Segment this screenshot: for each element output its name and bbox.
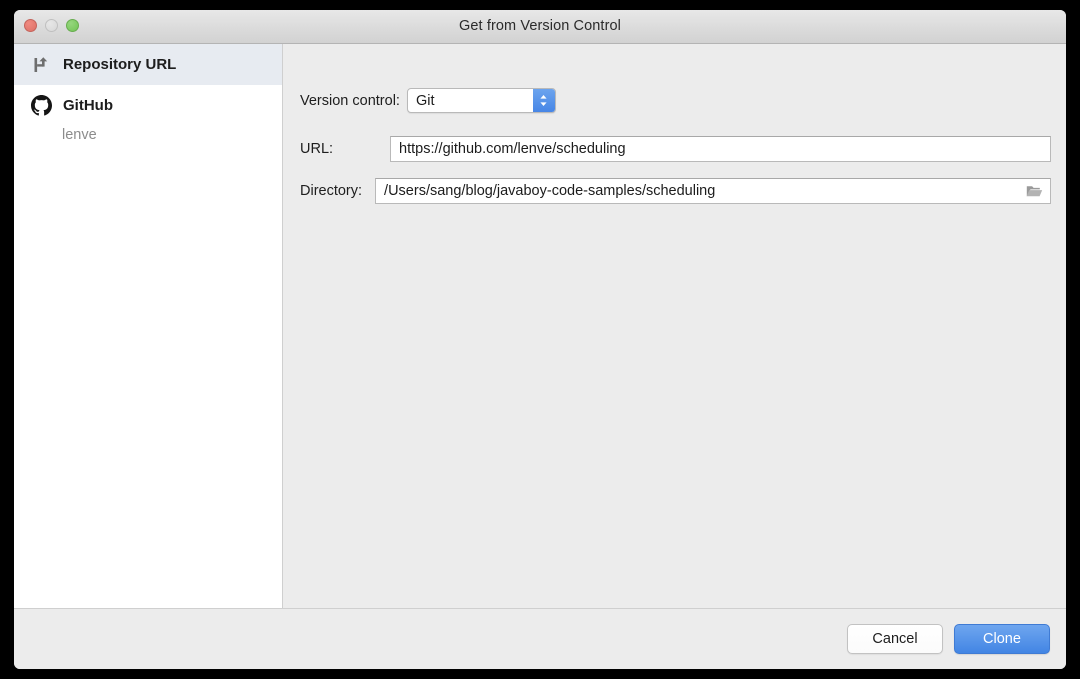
directory-row: Directory: /Users/sang/blog/javaboy-code… bbox=[300, 178, 1051, 204]
branch-icon bbox=[30, 54, 52, 76]
version-control-value: Git bbox=[415, 92, 435, 109]
cancel-button[interactable]: Cancel bbox=[847, 624, 943, 654]
version-control-label: Version control: bbox=[300, 92, 400, 109]
window-title: Get from Version Control bbox=[459, 18, 621, 34]
sidebar-item-github[interactable]: GitHub bbox=[14, 85, 282, 126]
version-control-row: Version control: Git bbox=[300, 88, 1051, 113]
chevron-updown-icon[interactable] bbox=[532, 89, 555, 112]
sidebar-item-label: GitHub bbox=[63, 97, 113, 114]
folder-open-icon[interactable] bbox=[1025, 184, 1043, 198]
directory-value: /Users/sang/blog/javaboy-code-samples/sc… bbox=[384, 183, 716, 199]
title-bar: Get from Version Control bbox=[14, 10, 1066, 44]
url-label: URL: bbox=[300, 141, 334, 157]
dialog-body: Repository URL GitHub lenve Version cont… bbox=[14, 44, 1066, 608]
directory-label: Directory: bbox=[300, 183, 363, 199]
sidebar-item-label: Repository URL bbox=[63, 56, 177, 73]
main-panel: Version control: Git URL: https://github… bbox=[283, 44, 1066, 608]
url-input[interactable]: https://github.com/lenve/scheduling bbox=[390, 136, 1051, 162]
dialog-footer: Cancel Clone bbox=[14, 608, 1066, 669]
version-control-select[interactable]: Git bbox=[406, 88, 556, 113]
github-icon bbox=[30, 95, 52, 117]
sidebar-github-account[interactable]: lenve bbox=[14, 126, 282, 151]
sidebar-item-repository-url[interactable]: Repository URL bbox=[14, 44, 282, 85]
clone-button[interactable]: Clone bbox=[954, 624, 1050, 654]
sidebar: Repository URL GitHub lenve bbox=[14, 44, 283, 608]
url-row: URL: https://github.com/lenve/scheduling bbox=[300, 136, 1051, 162]
directory-input[interactable]: /Users/sang/blog/javaboy-code-samples/sc… bbox=[375, 178, 1051, 204]
dialog-window: Get from Version Control Repository URL bbox=[14, 10, 1066, 669]
